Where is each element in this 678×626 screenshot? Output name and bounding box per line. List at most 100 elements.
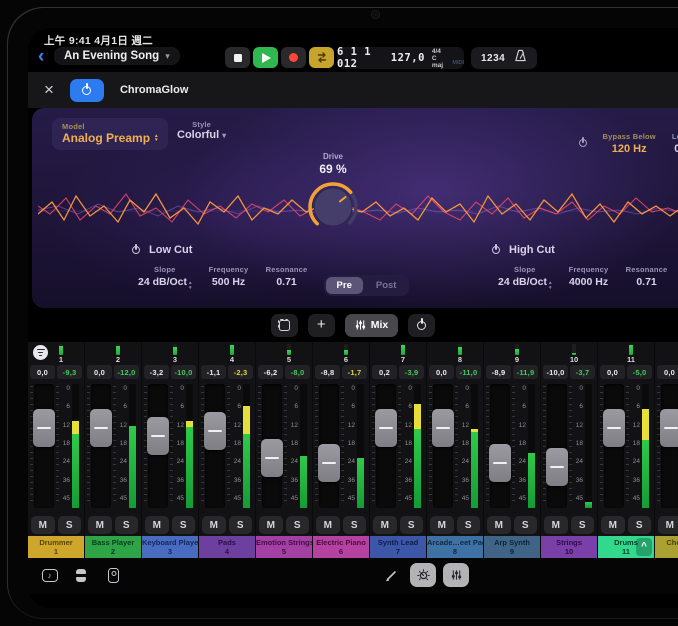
solo-button[interactable]: S (400, 516, 424, 534)
peak-db-value[interactable]: -3,7 (570, 365, 595, 379)
high-cut-resonance[interactable]: Resonance 0.71 (626, 265, 668, 288)
duplicate-button[interactable] (271, 314, 298, 337)
fader-handle[interactable] (660, 409, 678, 447)
fader-db-value[interactable]: -10,0 (543, 365, 568, 379)
count-in-button[interactable]: 1234 (481, 53, 505, 64)
solo-button[interactable]: S (343, 516, 367, 534)
mute-button[interactable]: M (658, 516, 678, 534)
back-button[interactable]: ‹ (38, 46, 44, 68)
peak-db-value[interactable]: -12,0 (114, 365, 139, 379)
track-name-label[interactable]: Arp Synth 9 (484, 536, 540, 558)
fader-db-value[interactable]: -6,2 (258, 365, 283, 379)
peak-db-value[interactable]: -9,3 (57, 365, 82, 379)
low-cut-power-icon[interactable] (132, 246, 140, 254)
plugin-power-button[interactable] (70, 79, 104, 102)
mix-view-button[interactable]: Mix (345, 314, 399, 337)
fader-track[interactable] (547, 384, 567, 508)
mute-button[interactable]: M (259, 516, 283, 534)
solo-button[interactable]: S (457, 516, 481, 534)
track-name-label[interactable]: Synth Lead 7 (370, 536, 426, 558)
track-name-label[interactable]: Drums 11 ^ (598, 536, 654, 558)
track-name-label[interactable]: Strings 10 (541, 536, 597, 558)
fader-handle[interactable] (261, 439, 283, 477)
track-name-label[interactable]: Emotion Strings 5 (256, 536, 312, 558)
track-name-label[interactable]: Keyboard Player 3 (142, 536, 198, 558)
low-cut-slope[interactable]: Slope 24 dB/Oct▴▾ (138, 265, 192, 290)
fader-db-value[interactable]: -3,2 (144, 365, 169, 379)
mute-button[interactable]: M (373, 516, 397, 534)
peak-db-value[interactable]: -2,3 (228, 365, 253, 379)
bypass-power-icon[interactable] (579, 139, 587, 147)
cycle-button[interactable] (309, 47, 334, 68)
stop-button[interactable] (225, 47, 250, 68)
fader-handle[interactable] (204, 412, 226, 450)
fader-db-value[interactable]: 0,0 (657, 365, 678, 379)
fader-handle[interactable] (546, 448, 568, 486)
fader-handle[interactable] (489, 444, 511, 482)
peak-db-value[interactable]: -3,9 (399, 365, 424, 379)
level-control[interactable]: Level 0.0 (672, 132, 678, 155)
low-cut-resonance[interactable]: Resonance 0.71 (266, 265, 308, 288)
peak-db-value[interactable]: -5,0 (627, 365, 652, 379)
pre-button[interactable]: Pre (326, 277, 363, 294)
fader-handle[interactable] (318, 444, 340, 482)
song-title-menu[interactable]: An Evening Song ▾ (54, 47, 180, 65)
play-button[interactable] (253, 47, 278, 68)
filter-tracks-button[interactable] (33, 345, 48, 360)
fader-db-value[interactable]: 0,2 (372, 365, 397, 379)
high-cut-slope[interactable]: Slope 24 dB/Oct▴▾ (498, 265, 552, 290)
fader-db-value[interactable]: 0,0 (30, 365, 55, 379)
mute-button[interactable]: M (31, 516, 55, 534)
solo-button[interactable]: S (229, 516, 253, 534)
solo-button[interactable]: S (286, 516, 310, 534)
mute-button[interactable]: M (88, 516, 112, 534)
track-name-label[interactable]: Electric Piano 6 (313, 536, 369, 558)
solo-button[interactable]: S (172, 516, 196, 534)
mute-button[interactable]: M (544, 516, 568, 534)
fader-handle[interactable] (375, 409, 397, 447)
peak-db-value[interactable]: -11,9 (513, 365, 538, 379)
collapse-chevron-button[interactable]: ^ (636, 538, 652, 556)
post-button[interactable]: Post (365, 277, 408, 294)
fader-db-value[interactable]: -8,9 (486, 365, 511, 379)
peak-db-value[interactable]: -8,0 (285, 365, 310, 379)
track-name-label[interactable]: Pads 4 (199, 536, 255, 558)
peak-db-value[interactable]: -10,0 (171, 365, 196, 379)
track-name-label[interactable]: Arcade…eet Pad 8 (427, 536, 483, 558)
mute-button[interactable]: M (145, 516, 169, 534)
mixer-view-button[interactable] (443, 563, 469, 587)
play-surface-button[interactable] (102, 564, 125, 587)
edit-button[interactable] (380, 564, 403, 587)
fader-db-value[interactable]: 0,0 (600, 365, 625, 379)
fader-db-value[interactable]: -8,8 (315, 365, 340, 379)
close-plugin-button[interactable]: × (44, 82, 54, 98)
browser-button[interactable]: ♪ (38, 564, 61, 587)
record-button[interactable] (281, 47, 306, 68)
fader-db-value[interactable]: 0,0 (87, 365, 112, 379)
track-name-label[interactable]: Chorus V 12 (655, 536, 678, 558)
solo-button[interactable]: S (514, 516, 538, 534)
plugins-button[interactable] (70, 564, 93, 587)
peak-db-value[interactable]: -11,0 (456, 365, 481, 379)
track-name-label[interactable]: Bass Player 2 (85, 536, 141, 558)
high-cut-power-icon[interactable] (492, 246, 500, 254)
fader-handle[interactable] (432, 409, 454, 447)
high-cut-frequency[interactable]: Frequency 4000 Hz (568, 265, 610, 288)
fader-handle[interactable] (90, 409, 112, 447)
mute-button[interactable]: M (430, 516, 454, 534)
style-selector[interactable]: Style Colorful▾ (177, 120, 226, 141)
metronome-button[interactable] (514, 49, 527, 67)
lcd-display[interactable]: 6 1 1 012 127,0 4/4 C maj MIDI (337, 47, 464, 69)
fader-handle[interactable] (603, 409, 625, 447)
mute-button[interactable]: M (487, 516, 511, 534)
solo-button[interactable]: S (115, 516, 139, 534)
model-selector[interactable]: Model Analog Preamp ▴▾ (52, 118, 168, 150)
mixer-power-button[interactable] (408, 314, 435, 337)
mute-button[interactable]: M (202, 516, 226, 534)
solo-button[interactable]: S (58, 516, 82, 534)
low-cut-frequency[interactable]: Frequency 500 Hz (208, 265, 250, 288)
solo-button[interactable]: S (571, 516, 595, 534)
peak-db-value[interactable]: -1,7 (342, 365, 367, 379)
fader-handle[interactable] (33, 409, 55, 447)
mute-button[interactable]: M (316, 516, 340, 534)
